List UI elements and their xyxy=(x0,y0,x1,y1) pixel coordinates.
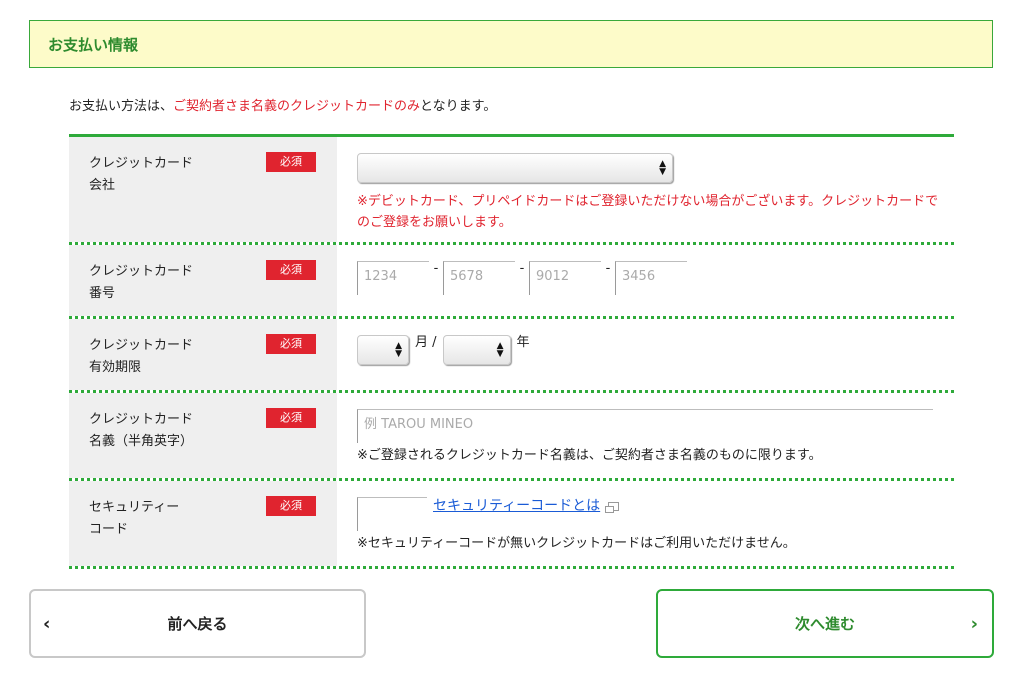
notice-prefix: お支払い方法は、 xyxy=(69,99,174,114)
year-unit: 年 xyxy=(516,335,530,350)
card-number-input-1[interactable]: 1234 xyxy=(357,261,429,295)
required-badge: 必須 xyxy=(266,334,316,354)
expiry-month-select[interactable]: ▲ ▼ xyxy=(357,335,409,365)
label-cell: セキュリティー コード 必須 xyxy=(69,481,337,566)
card-name-note: ※ご登録されるクレジットカード名義は、ご契約者さま名義のものに限ります。 xyxy=(357,448,822,463)
value-cell: セキュリティーコードとは ※セキュリティーコードが無いクレジットカードはご利用い… xyxy=(337,481,954,566)
label-cell: クレジットカード 有効期限 必須 xyxy=(69,319,337,390)
payment-notice: お支払い方法は、ご契約者さま名義のクレジットカードのみとなります。 xyxy=(69,95,496,114)
row-security-code: セキュリティー コード 必須 セキュリティーコードとは ※セキュリティーコードが… xyxy=(69,481,954,569)
row-card-number: クレジットカード 番号 必須 1234-5678-9012-3456 xyxy=(69,245,954,319)
label-cell: クレジットカード 名義（半角英字） 必須 xyxy=(69,393,337,478)
month-unit: 月 / xyxy=(415,335,437,350)
chevron-left-icon: ‹ xyxy=(43,613,51,634)
card-name-input[interactable]: 例 TAROU MINEO xyxy=(357,409,933,443)
select-arrows-icon: ▲ ▼ xyxy=(395,341,402,359)
expiry-year-select[interactable]: ▲ ▼ xyxy=(442,335,511,365)
row-card-expiry: クレジットカード 有効期限 必須 ▲ ▼ 月 / ▲ ▼ 年 xyxy=(69,319,954,393)
next-button[interactable]: 次へ進む › xyxy=(656,589,994,658)
next-button-label: 次へ進む xyxy=(794,615,855,633)
required-badge: 必須 xyxy=(266,496,316,516)
separator: - xyxy=(433,261,439,276)
card-number-input-3[interactable]: 9012 xyxy=(529,261,601,295)
section-header: お支払い情報 xyxy=(29,20,993,68)
required-badge: 必須 xyxy=(266,152,316,172)
separator: - xyxy=(519,261,525,276)
security-code-input[interactable] xyxy=(357,497,427,531)
label-cell: クレジットカード 会社 必須 xyxy=(69,137,337,242)
value-cell: 例 TAROU MINEO ※ご登録されるクレジットカード名義は、ご契約者さま名… xyxy=(337,393,954,478)
value-cell: 1234-5678-9012-3456 xyxy=(337,245,954,316)
required-badge: 必須 xyxy=(266,408,316,428)
external-window-icon[interactable] xyxy=(605,502,620,513)
row-card-name: クレジットカード 名義（半角英字） 必須 例 TAROU MINEO ※ご登録さ… xyxy=(69,393,954,481)
required-badge: 必須 xyxy=(266,260,316,280)
label-cell: クレジットカード 番号 必須 xyxy=(69,245,337,316)
chevron-right-icon: › xyxy=(970,613,978,634)
back-button[interactable]: ‹ 前へ戻る xyxy=(29,589,366,658)
notice-suffix: となります。 xyxy=(420,99,497,114)
notice-highlight: ご契約者さま名義のクレジットカードのみ xyxy=(173,99,421,114)
card-company-select[interactable]: ▲ ▼ xyxy=(357,153,673,183)
value-cell: ▲ ▼ ※デビットカード、プリペイドカードはご登録いただけない場合がございます。ク… xyxy=(337,137,954,242)
separator: - xyxy=(605,261,611,276)
card-number-input-4[interactable]: 3456 xyxy=(615,261,687,295)
security-code-note: ※セキュリティーコードが無いクレジットカードはご利用いただけません。 xyxy=(357,536,796,551)
select-arrows-icon: ▲ ▼ xyxy=(659,159,666,177)
payment-form: クレジットカード 会社 必須 ▲ ▼ ※デビットカード、プリペイドカードはご登録い… xyxy=(69,134,954,569)
section-title: お支払い情報 xyxy=(48,35,139,54)
back-button-label: 前へ戻る xyxy=(167,615,228,633)
select-arrows-icon: ▲ ▼ xyxy=(496,341,504,359)
security-code-help-link[interactable]: セキュリティーコードとは xyxy=(433,498,600,514)
value-cell: ▲ ▼ 月 / ▲ ▼ 年 xyxy=(337,319,954,390)
row-card-company: クレジットカード 会社 必須 ▲ ▼ ※デビットカード、プリペイドカードはご登録い… xyxy=(69,137,954,245)
card-number-input-2[interactable]: 5678 xyxy=(443,261,515,295)
card-company-note: ※デビットカード、プリペイドカードはご登録いただけない場合がございます。クレジッ… xyxy=(357,194,939,230)
